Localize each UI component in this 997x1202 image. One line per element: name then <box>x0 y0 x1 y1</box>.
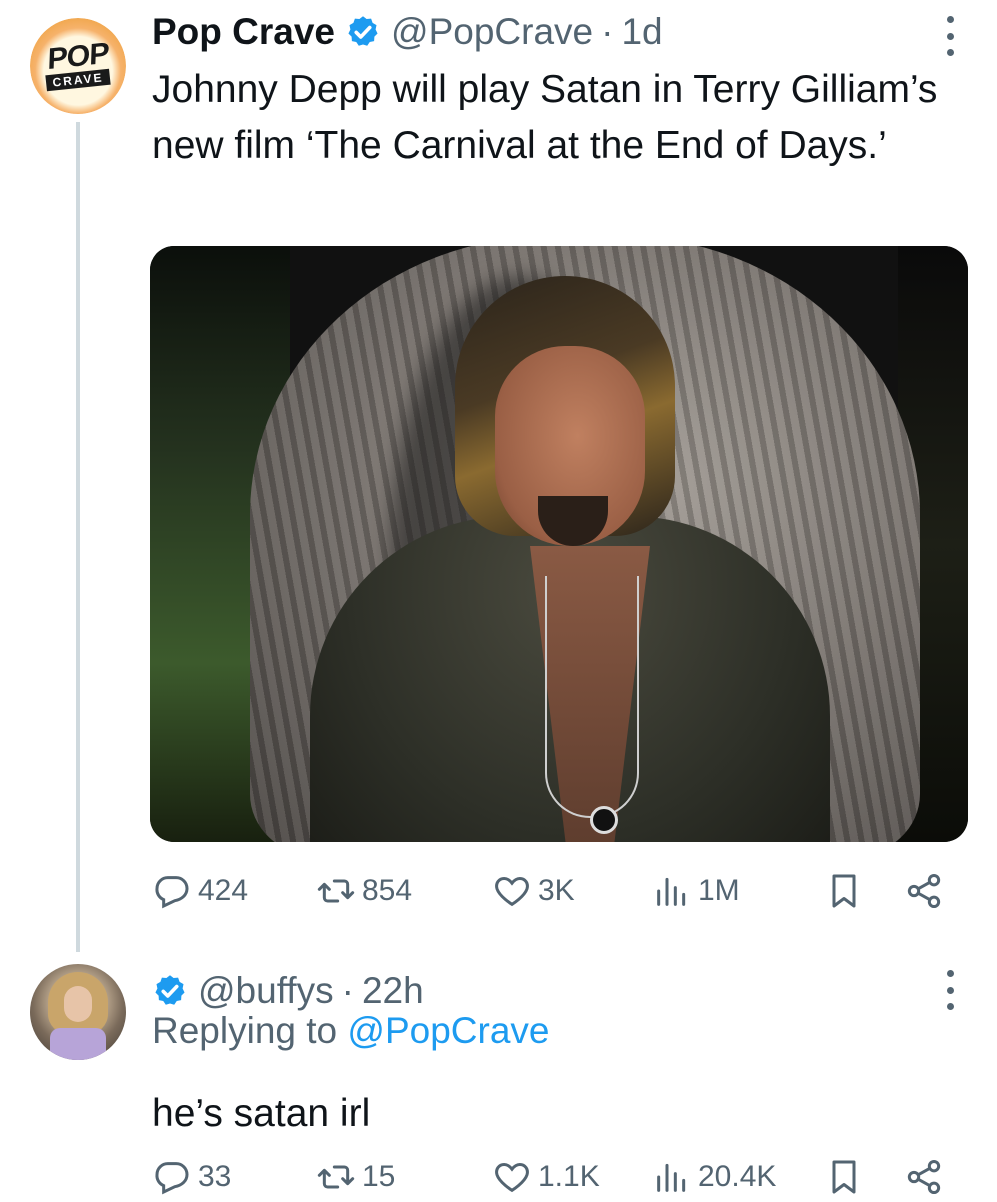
share-button[interactable] <box>904 1152 950 1202</box>
reply-icon <box>155 876 189 909</box>
separator-dot: · <box>341 970 354 1011</box>
verified-badge-icon <box>155 975 185 1005</box>
more-dot <box>946 970 954 977</box>
verified-badge-icon <box>348 16 378 46</box>
tweet-text: Johnny Depp will play Satan in Terry Gil… <box>152 68 938 167</box>
retweet-count: 15 <box>362 1160 396 1193</box>
views-button[interactable]: 1M <box>652 866 740 916</box>
retweet-icon <box>317 879 355 903</box>
bookmark-icon <box>832 1160 856 1194</box>
more-dot <box>946 49 954 56</box>
bookmark-button[interactable] <box>824 866 870 916</box>
reply-count: 33 <box>198 1160 232 1193</box>
tweet-header: Pop Crave @PopCrave · 1d <box>152 6 663 58</box>
like-icon <box>495 1162 529 1193</box>
views-icon <box>657 1163 686 1192</box>
reply-button[interactable]: 424 <box>152 866 248 916</box>
reply-action-bar: 33 15 1.1K 20.4K <box>152 1152 952 1202</box>
figure-necklace <box>545 576 639 818</box>
retweet-button[interactable]: 854 <box>316 866 412 916</box>
views-button[interactable]: 20.4K <box>652 1152 776 1202</box>
reply-button[interactable]: 33 <box>152 1152 231 1202</box>
more-options-icon[interactable] <box>945 16 955 56</box>
figure-pendant <box>590 806 618 834</box>
tweet-action-bar: 424 854 3K 1M <box>152 866 952 916</box>
more-dot <box>946 986 954 994</box>
views-count: 1M <box>698 874 740 907</box>
like-icon <box>495 876 529 907</box>
like-count: 1.1K <box>538 1160 600 1193</box>
main-tweet[interactable]: POP CRAVE Pop Crave @PopCrave · 1d Johnn… <box>0 0 997 952</box>
share-button[interactable] <box>904 866 950 916</box>
buffys-avatar[interactable] <box>30 964 126 1060</box>
like-button[interactable]: 3K <box>492 866 575 916</box>
like-count: 3K <box>538 874 575 907</box>
reply-header: @buffys · 22h <box>152 966 424 1016</box>
avatar-face <box>64 986 92 1022</box>
display-name[interactable]: Pop Crave <box>152 11 335 53</box>
more-dot <box>946 16 954 23</box>
share-icon <box>907 1160 941 1194</box>
reply-text: he’s satan irl <box>152 1092 371 1135</box>
retweet-count: 854 <box>362 874 413 907</box>
bookmark-icon <box>832 874 856 908</box>
replying-to-mention[interactable]: @PopCrave <box>347 1010 549 1051</box>
share-icon <box>907 874 941 908</box>
timestamp[interactable]: 22h <box>362 970 424 1012</box>
replying-to-line: Replying to @PopCrave <box>152 1010 549 1052</box>
retweet-icon <box>317 1165 355 1189</box>
reply-icon <box>155 1162 189 1195</box>
more-dot <box>946 32 954 40</box>
user-handle[interactable]: @PopCrave <box>391 11 593 53</box>
user-handle[interactable]: @buffys <box>198 970 334 1012</box>
thread-connector-line <box>76 122 80 952</box>
like-button[interactable]: 1.1K <box>492 1152 600 1202</box>
bookmark-button[interactable] <box>824 1152 870 1202</box>
tweet-media-photo[interactable] <box>150 246 968 842</box>
more-dot <box>946 1003 954 1010</box>
pop-crave-avatar[interactable]: POP CRAVE <box>30 18 126 114</box>
replying-to-label: Replying to <box>152 1010 348 1051</box>
more-options-icon[interactable] <box>945 970 955 1010</box>
separator-dot: · <box>601 11 614 52</box>
avatar-dress <box>50 1028 106 1060</box>
retweet-button[interactable]: 15 <box>316 1152 395 1202</box>
reply-count: 424 <box>198 874 249 907</box>
views-icon <box>657 877 686 906</box>
views-count: 20.4K <box>698 1160 777 1193</box>
timestamp[interactable]: 1d <box>621 11 662 53</box>
